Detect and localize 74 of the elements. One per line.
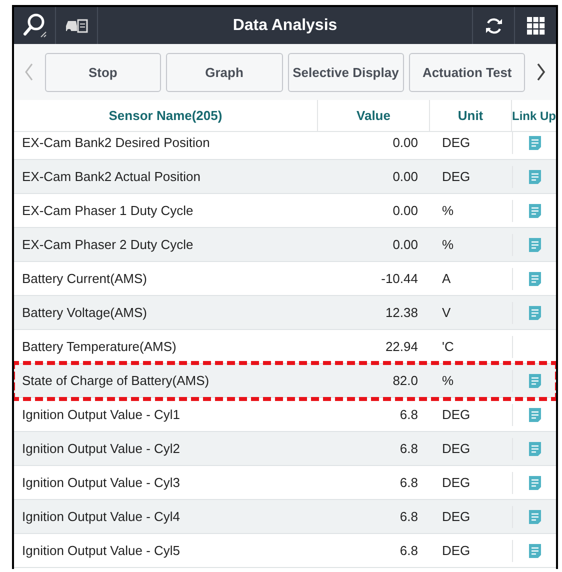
table-cell-text: 22.94: [384, 339, 419, 354]
table-cell-text: DEG: [441, 441, 472, 456]
table-cell-text: Ignition Output Value - Cyl1: [21, 407, 182, 422]
table-cell-text: A: [441, 271, 452, 286]
table-cell-text: 0.00: [392, 203, 419, 218]
table-cell-text: 6.8: [398, 441, 419, 456]
table-cell-text: Ignition Output Value - Cyl4: [21, 509, 182, 524]
document-icon[interactable]: [528, 168, 542, 184]
window-title: Data Analysis: [232, 16, 338, 36]
table-row[interactable]: EX-Cam Phaser 2 Duty Cycle 0.00 %: [14, 228, 556, 262]
table-cell-text: 6.8: [398, 475, 419, 490]
table-cell-text: Battery Voltage(AMS): [21, 305, 148, 320]
document-icon[interactable]: [528, 134, 542, 150]
table-row[interactable]: Battery Voltage(AMS) 12.38 V: [14, 296, 556, 330]
table-cell-text: DEG: [441, 509, 472, 524]
column-header[interactable]: Link Up: [512, 100, 556, 131]
table-row[interactable]: EX-Cam Bank2 Desired Position 0.00 DEG: [14, 132, 556, 160]
table-cell-text: DEG: [441, 407, 472, 422]
table-row[interactable]: EX-Cam Bank2 Actual Position 0.00 DEG: [14, 160, 556, 194]
toolbar-button[interactable]: Graph: [166, 52, 282, 92]
chevron-right-icon: [536, 62, 546, 82]
table-cell-text: DEG: [441, 135, 472, 150]
table-cell-text: DEG: [441, 169, 472, 184]
table-cell-text: %: [441, 373, 455, 388]
column-header[interactable]: Value: [318, 100, 430, 131]
car-document-icon: [64, 16, 88, 34]
table-cell-text: V: [441, 305, 452, 320]
table-cell-text: %: [441, 237, 455, 252]
table-row[interactable]: Ignition Output Value - Cyl2 6.8 DEG: [14, 432, 556, 466]
document-icon[interactable]: [528, 406, 542, 422]
table-cell-text: EX-Cam Bank2 Desired Position: [21, 135, 211, 150]
highlighted-row[interactable]: State of Charge of Battery(AMS) 82.0 %: [14, 364, 556, 398]
table-cell-text: State of Charge of Battery(AMS): [21, 373, 210, 388]
table-cell-text: 0.00: [392, 169, 419, 184]
table-cell-text: DEG: [441, 543, 472, 558]
table-cell-text: 0.00: [392, 135, 419, 150]
table-cell-text: 'C: [441, 339, 455, 354]
table-cell-text: Ignition Output Value - Cyl3: [21, 475, 182, 490]
table-cell-text: 6.8: [398, 543, 419, 558]
chevron-left-icon: [24, 62, 34, 82]
document-icon[interactable]: [528, 270, 542, 286]
table-cell-text: 6.8: [398, 509, 419, 524]
search-icon: [20, 12, 48, 40]
column-header[interactable]: Sensor Name(205): [14, 100, 318, 131]
table-cell-text: 82.0: [392, 373, 419, 388]
toolbar-button[interactable]: Actuation Test: [408, 52, 526, 92]
grid-icon: [526, 16, 544, 34]
table-cell-text: Battery Temperature(AMS): [21, 339, 178, 354]
document-icon[interactable]: [528, 372, 542, 388]
table-cell-text: Ignition Output Value - Cyl5: [21, 543, 182, 558]
table-cell-text: -10.44: [380, 271, 419, 286]
table-row[interactable]: Ignition Output Value - Cyl1 6.8 DEG: [14, 398, 556, 432]
table-cell-text: EX-Cam Phaser 2 Duty Cycle: [21, 237, 194, 252]
document-icon[interactable]: [528, 508, 542, 524]
column-header[interactable]: Unit: [430, 100, 512, 131]
table-cell-text: %: [441, 203, 455, 218]
refresh-icon: [484, 16, 504, 36]
table-cell-text: 0.00: [392, 237, 419, 252]
table-cell-text: Ignition Output Value - Cyl2: [21, 441, 182, 456]
document-icon[interactable]: [528, 542, 542, 558]
table-cell-text: 12.38: [384, 305, 419, 320]
toolbar-button[interactable]: Selective Display: [288, 52, 404, 92]
table-cell-text: DEG: [441, 475, 472, 490]
document-icon[interactable]: [528, 440, 542, 456]
document-icon[interactable]: [528, 474, 542, 490]
document-icon[interactable]: [528, 236, 542, 252]
table-row[interactable]: Ignition Output Value - Cyl4 6.8 DEG: [14, 500, 556, 534]
table-cell-text: EX-Cam Bank2 Actual Position: [21, 169, 202, 184]
table-cell-text: Battery Current(AMS): [21, 271, 148, 286]
toolbar-button[interactable]: Stop: [44, 52, 162, 92]
document-icon[interactable]: [528, 304, 542, 320]
document-icon[interactable]: [528, 202, 542, 218]
table-cell-text: 6.8: [398, 407, 419, 422]
table-cell-text: EX-Cam Phaser 1 Duty Cycle: [21, 203, 194, 218]
